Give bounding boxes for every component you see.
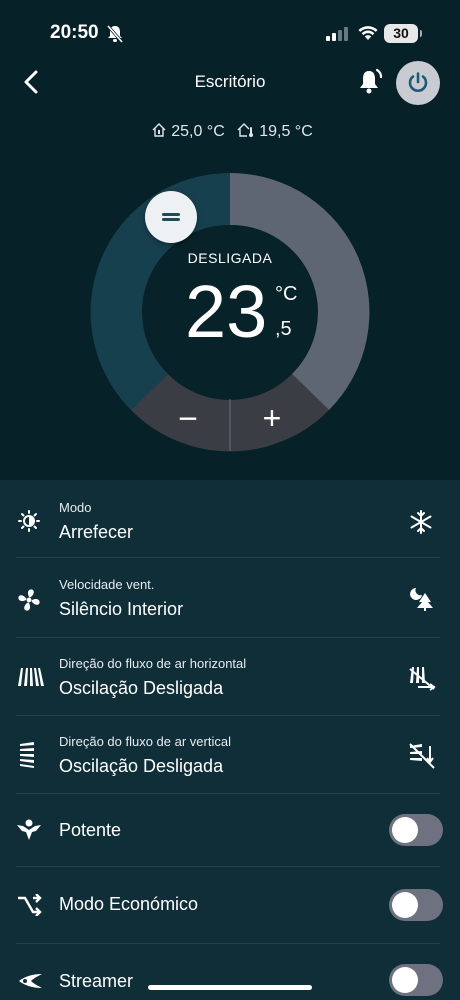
fan-speed-value: Silêncio Interior (59, 599, 184, 619)
mode-label: Modo (59, 500, 92, 515)
streamer-row: Streamer (0, 944, 460, 1000)
streamer-label: Streamer (59, 971, 134, 991)
econo-toggle[interactable] (389, 889, 443, 921)
fan-speed-row[interactable]: Velocidade vent. Silêncio Interior (0, 558, 460, 638)
econo-label: Modo Económico (59, 894, 199, 914)
econo-icon (18, 894, 42, 916)
horizontal-airflow-row[interactable]: Direção do fluxo de ar horizontal Oscila… (0, 638, 460, 716)
mode-icon (18, 510, 40, 532)
increase-temperature-button[interactable]: + (260, 402, 284, 434)
powerful-icon (17, 819, 41, 840)
fan-icon (18, 589, 40, 611)
temperature-dial[interactable] (0, 0, 460, 480)
vertical-airflow-row[interactable]: Direção do fluxo de ar vertical Oscilaçã… (0, 716, 460, 794)
setpoint-decimal: ,5 (275, 318, 292, 340)
mode-value: Arrefecer (59, 522, 134, 542)
horizontal-flow-icon (18, 668, 44, 686)
econo-row: Modo Económico (0, 867, 460, 943)
vertical-swing-off-icon (409, 743, 435, 769)
dial-knob[interactable] (145, 191, 197, 243)
streamer-icon (19, 974, 42, 988)
knob-grip-icon (162, 211, 180, 223)
vertical-flow-icon (20, 742, 34, 768)
powerful-row: Potente (0, 794, 460, 866)
vertical-airflow-value: Oscilação Desligada (59, 756, 224, 776)
streamer-toggle[interactable] (389, 964, 443, 996)
unit-state-label: DESLIGADA (187, 250, 273, 266)
setpoint-integer: 23 (185, 270, 268, 353)
vertical-airflow-label: Direção do fluxo de ar vertical (59, 734, 231, 749)
horizontal-airflow-value: Oscilação Desligada (59, 678, 224, 698)
horizontal-swing-off-icon (409, 667, 436, 691)
decrease-temperature-button[interactable]: − (178, 402, 198, 436)
home-indicator[interactable] (148, 985, 312, 990)
snowflake-icon (410, 510, 432, 534)
powerful-label: Potente (59, 820, 122, 840)
powerful-toggle[interactable] (389, 814, 443, 846)
mode-row[interactable]: Modo Arrefecer (0, 480, 460, 558)
quiet-tree-icon (410, 588, 433, 611)
setpoint-unit: °C (275, 283, 298, 305)
fan-speed-label: Velocidade vent. (59, 577, 155, 592)
horizontal-airflow-label: Direção do fluxo de ar horizontal (59, 656, 247, 671)
